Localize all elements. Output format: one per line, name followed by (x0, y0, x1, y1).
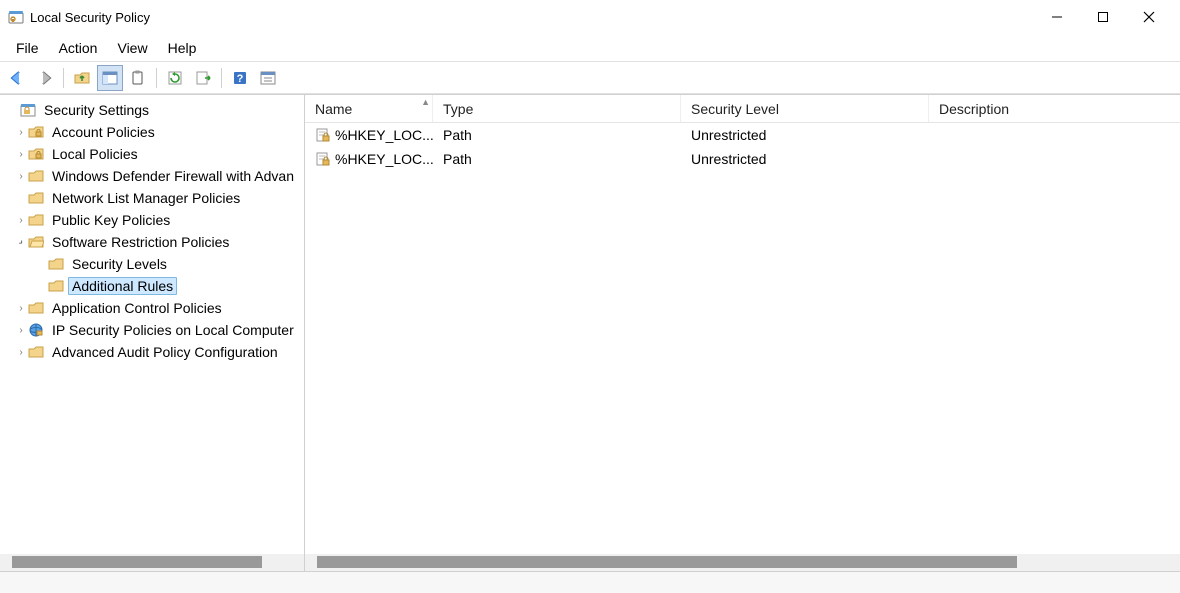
folder-icon (28, 168, 44, 184)
folder-icon (28, 212, 44, 228)
forward-button[interactable] (32, 65, 58, 91)
help-button[interactable]: ? (227, 65, 253, 91)
menu-bar: File Action View Help (0, 34, 1180, 62)
show-hide-tree-button[interactable] (97, 65, 123, 91)
column-header-description[interactable]: Description (929, 95, 1180, 122)
folder-icon (28, 344, 44, 360)
cell-type: Path (443, 151, 472, 167)
expand-toggle-icon[interactable]: › (14, 127, 28, 138)
tree-item-ipsec[interactable]: › IP Security Policies on Local Computer (0, 319, 304, 341)
tree-label: Advanced Audit Policy Configuration (52, 344, 278, 360)
app-icon (8, 9, 24, 25)
folder-icon (48, 278, 64, 294)
cell-type: Path (443, 127, 472, 143)
toolbar-separator (156, 68, 157, 88)
tree-label: Software Restriction Policies (52, 234, 229, 250)
tree-item-advanced-audit[interactable]: › Advanced Audit Policy Configuration (0, 341, 304, 363)
svg-text:?: ? (237, 73, 244, 85)
minimize-button[interactable] (1034, 0, 1080, 34)
navigation-tree[interactable]: Security Settings › Account Policies › L… (0, 95, 304, 554)
registry-path-icon (315, 151, 331, 167)
tree-item-firewall[interactable]: › Windows Defender Firewall with Advan (0, 165, 304, 187)
cell-security-level: Unrestricted (691, 151, 766, 167)
tree-label: Additional Rules (72, 278, 173, 294)
list-row[interactable]: %HKEY_LOC... Path Unrestricted (305, 123, 1180, 147)
expand-toggle-icon[interactable]: › (14, 325, 28, 336)
menu-file[interactable]: File (6, 36, 49, 60)
tree-label: Network List Manager Policies (52, 190, 240, 206)
close-button[interactable] (1126, 0, 1172, 34)
horizontal-scrollbar-right[interactable] (305, 554, 1180, 571)
tree-label: Windows Defender Firewall with Advan (52, 168, 294, 184)
expand-toggle-icon[interactable]: › (14, 215, 28, 226)
tree-item-network-list[interactable]: Network List Manager Policies (0, 187, 304, 209)
scrollbar-thumb[interactable] (12, 556, 262, 568)
expand-toggle-icon[interactable]: › (14, 347, 28, 358)
properties-button[interactable] (255, 65, 281, 91)
cell-name: %HKEY_LOC... (335, 127, 433, 143)
tree-label: Public Key Policies (52, 212, 170, 228)
window-title: Local Security Policy (30, 10, 150, 25)
sort-indicator-icon: ▲ (421, 97, 430, 107)
copy-button[interactable] (125, 65, 151, 91)
list-row[interactable]: %HKEY_LOC... Path Unrestricted (305, 147, 1180, 171)
menu-action[interactable]: Action (49, 36, 108, 60)
column-label: Name (315, 101, 352, 117)
export-list-button[interactable] (190, 65, 216, 91)
column-header-type[interactable]: Type (433, 95, 681, 122)
menu-help[interactable]: Help (158, 36, 207, 60)
tree-item-security-levels[interactable]: Security Levels (0, 253, 304, 275)
tree-item-public-key[interactable]: › Public Key Policies (0, 209, 304, 231)
expand-toggle-icon[interactable]: › (14, 149, 28, 160)
list-header: Name ▲ Type Security Level Description (305, 95, 1180, 123)
refresh-button[interactable] (162, 65, 188, 91)
folder-icon (28, 300, 44, 316)
folder-icon (28, 190, 44, 206)
tree-root-security-settings[interactable]: Security Settings (0, 99, 304, 121)
list-body[interactable]: %HKEY_LOC... Path Unrestricted %HKEY_LOC… (305, 123, 1180, 554)
maximize-button[interactable] (1080, 0, 1126, 34)
shield-icon (20, 102, 36, 118)
toolbar: ? (0, 62, 1180, 94)
tree-label: Security Levels (72, 256, 167, 272)
expand-toggle-icon (14, 193, 28, 204)
content-area: Security Settings › Account Policies › L… (0, 94, 1180, 571)
column-header-security-level[interactable]: Security Level (681, 95, 929, 122)
back-button[interactable] (4, 65, 30, 91)
folder-icon (48, 256, 64, 272)
toolbar-separator (221, 68, 222, 88)
tree-item-application-control[interactable]: › Application Control Policies (0, 297, 304, 319)
folder-lock-icon (28, 146, 44, 162)
cell-security-level: Unrestricted (691, 127, 766, 143)
up-level-button[interactable] (69, 65, 95, 91)
tree-label: Security Settings (44, 102, 149, 118)
scrollbar-thumb[interactable] (317, 556, 1017, 568)
tree-item-software-restriction[interactable]: › Software Restriction Policies (0, 231, 304, 253)
list-pane: Name ▲ Type Security Level Description %… (305, 95, 1180, 571)
tree-label: Local Policies (52, 146, 138, 162)
tree-item-account-policies[interactable]: › Account Policies (0, 121, 304, 143)
network-icon (28, 322, 44, 338)
folder-open-icon (28, 234, 44, 250)
cell-name: %HKEY_LOC... (335, 151, 433, 167)
registry-path-icon (315, 127, 331, 143)
horizontal-scrollbar-left[interactable] (0, 554, 304, 571)
expand-toggle-icon[interactable]: › (14, 303, 28, 314)
tree-item-additional-rules[interactable]: Additional Rules (0, 275, 304, 297)
title-bar: Local Security Policy (0, 0, 1180, 34)
menu-view[interactable]: View (107, 36, 157, 60)
tree-item-local-policies[interactable]: › Local Policies (0, 143, 304, 165)
column-header-name[interactable]: Name ▲ (305, 95, 433, 122)
folder-lock-icon (28, 124, 44, 140)
status-bar (0, 571, 1180, 593)
tree-label: Account Policies (52, 124, 155, 140)
tree-label: IP Security Policies on Local Computer (52, 322, 294, 338)
toolbar-separator (63, 68, 64, 88)
tree-label: Application Control Policies (52, 300, 222, 316)
expand-toggle-icon[interactable]: › (14, 171, 28, 182)
tree-pane: Security Settings › Account Policies › L… (0, 95, 305, 571)
